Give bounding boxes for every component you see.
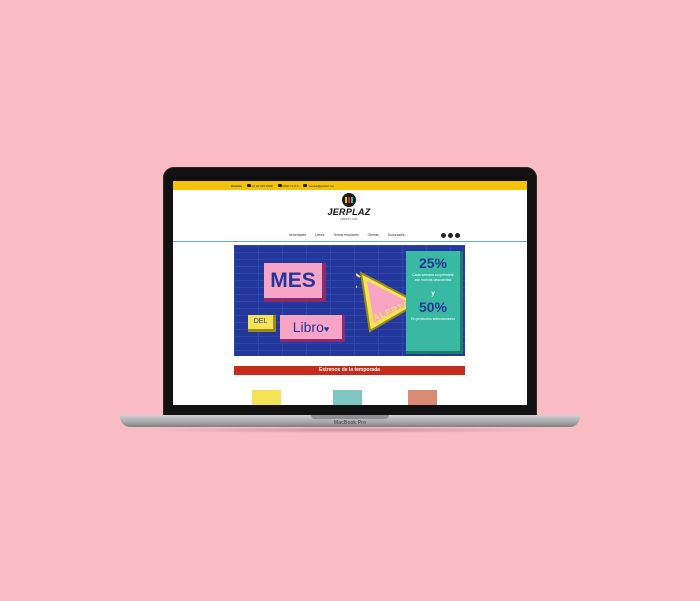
heart-icon: ♥	[323, 324, 330, 334]
phone-2[interactable]: 0800 71 8 0	[277, 183, 299, 188]
book-cover-3[interactable]	[408, 390, 437, 405]
logo-bar-yellow	[345, 197, 347, 203]
top-info-bar: Horario 01 22 345 6789 0800 71 8 0 venta…	[173, 181, 527, 190]
promo-and: y	[431, 291, 435, 297]
nav-item-ofertas[interactable]: Ofertas	[368, 233, 379, 237]
laptop-shadow	[140, 427, 560, 433]
main-nav: Novedades Libros Textos escolares Oferta…	[289, 233, 405, 237]
promo-50: 50%	[418, 299, 448, 315]
promo-note-2: En productos seleccionados	[411, 317, 455, 321]
promo-card: 25% Cada semana sorpréndete con nuevos d…	[406, 251, 463, 354]
nav-item-libros[interactable]: Libros	[315, 233, 324, 237]
book-cover-2[interactable]	[333, 390, 362, 405]
hero-banner[interactable]: MES DEL Libro♥ ALERTA 25% Cada semana so…	[234, 245, 465, 356]
book-cover-1[interactable]	[252, 390, 281, 405]
logo-bar-teal	[351, 197, 353, 203]
banner-libro: Libro♥	[280, 315, 345, 342]
nav-item-novedades[interactable]: Novedades	[289, 233, 306, 237]
email-text: ventas@jerplaz.mx	[308, 183, 334, 188]
nav-divider	[173, 241, 527, 242]
banner-del: DEL	[248, 315, 276, 332]
logo-tagline: LIBROS Y MÁS	[340, 218, 358, 221]
logo-name[interactable]: JERPLAZ	[323, 207, 375, 217]
phone-icon	[246, 183, 251, 187]
banner-libro-text: Libro	[292, 319, 324, 335]
schedule-label: Horario	[231, 183, 242, 188]
email-link[interactable]: ventas@jerplaz.mx	[303, 183, 334, 188]
nav-item-textos[interactable]: Textos escolares	[333, 233, 358, 237]
nav-item-sucursales[interactable]: Sucursales	[388, 233, 405, 237]
logo-bar-red	[348, 197, 350, 203]
laptop-notch	[311, 415, 389, 419]
phone-1[interactable]: 01 22 345 6789	[246, 183, 273, 188]
phone-2-text: 0800 71 8 0	[282, 183, 299, 188]
section-title: Estrenos de la temporada	[234, 366, 465, 375]
logo-mark[interactable]	[342, 193, 356, 207]
instagram-icon[interactable]	[448, 233, 453, 238]
mail-icon	[303, 183, 308, 187]
twitter-icon[interactable]	[455, 233, 460, 238]
laptop-screen: Horario 01 22 345 6789 0800 71 8 0 venta…	[173, 181, 527, 405]
laptop-model-label: MacBook Pro	[333, 420, 367, 426]
phone-1-text: 01 22 345 6789	[251, 183, 273, 188]
banner-mes: MES	[264, 263, 326, 302]
promo-25: 25%	[418, 255, 448, 271]
social-links	[441, 233, 460, 238]
mobile-icon	[277, 183, 282, 187]
facebook-icon[interactable]	[441, 233, 446, 238]
promo-note-1: Cada semana sorpréndete con nuevos descu…	[412, 273, 454, 282]
